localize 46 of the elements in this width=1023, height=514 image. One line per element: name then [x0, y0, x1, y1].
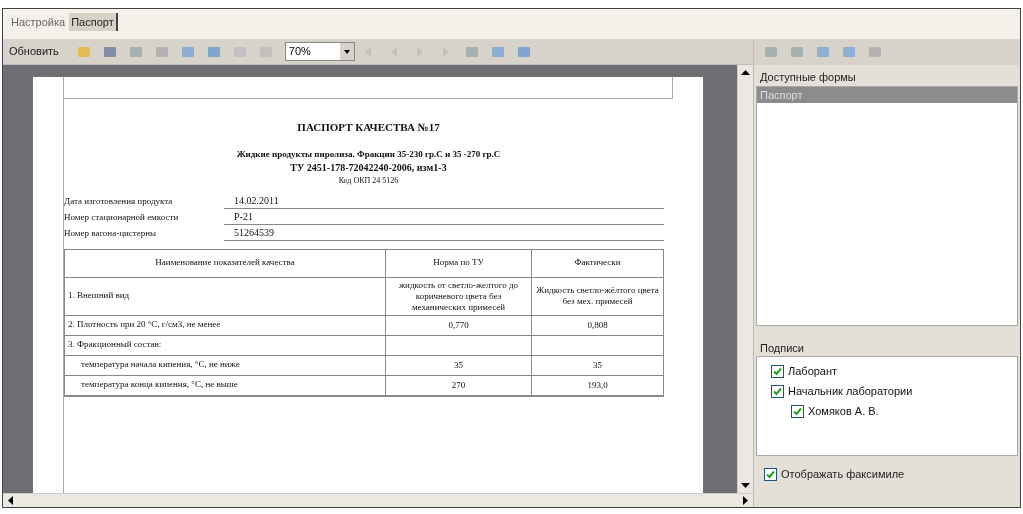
tree-item-label[interactable]: Лаборант — [788, 362, 838, 380]
checkbox[interactable] — [764, 467, 777, 481]
table-cell: 3. Фракционный состав: — [68, 338, 162, 352]
tree-checkbox[interactable] — [771, 384, 784, 398]
table-cell-text: Жидкость светло-жёлтого цвета без мех. примесей — [535, 284, 660, 308]
table-cell-text: 0,808 — [587, 318, 608, 332]
facsimile-label[interactable]: Отображать факсимиле — [781, 465, 905, 483]
vertical-scrollbar[interactable] — [737, 65, 753, 493]
tab[interactable]: Настройка — [9, 12, 68, 31]
field-value: 51264539 — [224, 224, 664, 241]
field-label: Номер вагона-цистерны — [64, 227, 158, 240]
document-subtitle: Жидкие продукты пиролиза. Фракции 35-230 гр.С и 35 -270 гр.С — [235, 147, 502, 160]
scroll-left-icon[interactable] — [7, 496, 13, 505]
tree-checkbox[interactable] — [791, 404, 804, 418]
zoom-dropdown[interactable]: 70% — [284, 42, 355, 61]
table-cell-text: жидкость от светло-желтого до коричневого цвета без механических примесей — [397, 278, 520, 314]
tree-checkbox[interactable] — [771, 364, 784, 378]
field-label: Номер стационарной емкости — [64, 211, 180, 224]
horizontal-scrollbar[interactable] — [3, 493, 753, 507]
field-label: Дата изготовления продукта — [64, 195, 174, 208]
column-header: Норма по ТУ — [385, 249, 531, 277]
document-title: ПАСПОРТ КАЧЕСТВА №17 — [297, 120, 440, 135]
scroll-right-icon[interactable] — [743, 496, 749, 505]
table-cell-text: 270 — [451, 378, 466, 392]
table-cell-text: 35 — [454, 358, 463, 372]
document-spec: ТУ 2451-178-72042240-2006, изм1-3 — [290, 160, 447, 175]
table-cell-text: 35 — [593, 358, 602, 372]
forms-label: Доступные формы — [759, 70, 857, 85]
tree-item-label[interactable]: Начальник лаборатории — [788, 382, 913, 400]
table-cell: температура конца кипения, °С, не выше — [81, 378, 238, 392]
column-header: Фактически — [531, 249, 663, 277]
tab[interactable]: Паспорт — [69, 12, 118, 31]
field-value: Р-21 — [224, 208, 664, 225]
document-code: Код ОКП 24 5126 — [338, 174, 399, 187]
scroll-down-icon[interactable] — [741, 483, 750, 489]
tree-item-label[interactable]: Хомяков А. В. — [808, 402, 879, 420]
signatures-label: Подписи — [759, 340, 805, 356]
scroll-up-icon[interactable] — [741, 69, 750, 75]
field-value: 14.02.2011 — [224, 192, 664, 209]
table-cell: температура начала кипения, °С, не ниже — [81, 358, 240, 372]
column-header: Наименование показателей качества — [154, 256, 296, 270]
table-cell-text: 193,0 — [587, 378, 608, 392]
table-cell: 2. Плотность при 20 °С, г/см3, не менее — [68, 318, 221, 332]
refresh-button[interactable]: Обновить — [7, 43, 61, 60]
table-cell-text: 0,770 — [448, 318, 469, 332]
table-cell: 1. Внешний вид — [68, 289, 130, 303]
